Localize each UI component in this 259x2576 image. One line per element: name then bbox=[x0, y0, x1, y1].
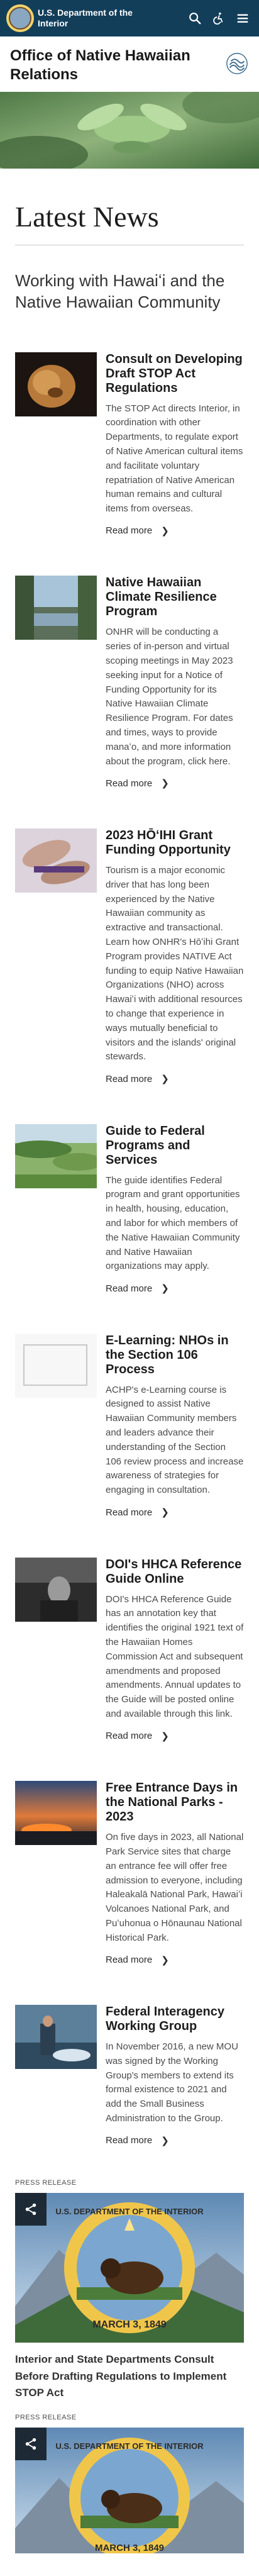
site-header: U.S. Department of the Interior bbox=[0, 0, 259, 36]
read-more-label: Read more bbox=[106, 1283, 153, 1294]
news-thumbnail[interactable] bbox=[15, 1124, 97, 1188]
press-release-card: PRESS RELEASE U.S. DEPARTMENT OF THE INT… bbox=[15, 2414, 244, 2554]
chevron-right-icon: ❯ bbox=[161, 1731, 169, 1742]
chevron-right-icon: ❯ bbox=[161, 1954, 169, 1966]
read-more-link[interactable]: Read more ❯ bbox=[106, 2135, 169, 2146]
press-release-label: PRESS RELEASE bbox=[15, 2414, 77, 2422]
office-title: Office of Native Hawaiian Relations bbox=[10, 47, 190, 83]
news-thumbnail[interactable] bbox=[15, 576, 97, 640]
share-icon bbox=[25, 2204, 36, 2216]
chevron-right-icon: ❯ bbox=[161, 1283, 169, 1295]
read-more-label: Read more bbox=[106, 2135, 153, 2146]
news-title[interactable]: E-Learning: NHOs in the Section 106 Proc… bbox=[106, 1334, 244, 1377]
doi-logo-link[interactable]: U.S. Department of the Interior bbox=[6, 4, 157, 32]
news-item: Consult on Developing Draft STOP Act Reg… bbox=[15, 352, 244, 537]
share-button[interactable] bbox=[15, 2428, 47, 2461]
read-more-label: Read more bbox=[106, 1731, 153, 1742]
office-header: Office of Native Hawaiian Relations bbox=[0, 36, 259, 92]
news-thumbnail[interactable] bbox=[15, 1557, 97, 1622]
news-thumbnail[interactable] bbox=[15, 828, 97, 893]
page-title: Latest News bbox=[15, 201, 159, 233]
news-item: E-Learning: NHOs in the Section 106 Proc… bbox=[15, 1333, 244, 1519]
read-more-link[interactable]: Read more ❯ bbox=[106, 1073, 169, 1085]
press-release-label: PRESS RELEASE bbox=[15, 2179, 77, 2187]
read-more-label: Read more bbox=[106, 525, 153, 537]
doi-seal-icon bbox=[6, 4, 34, 32]
press-release-image[interactable]: U.S. DEPARTMENT OF THE INTERIOR MARCH 3,… bbox=[15, 2428, 244, 2554]
news-description: ONHR will be conducting a series of in-p… bbox=[106, 627, 233, 767]
search-icon bbox=[189, 13, 201, 25]
news-title[interactable]: DOI's HHCA Reference Guide Online bbox=[106, 1558, 244, 1586]
site-brand: U.S. Department of the Interior bbox=[38, 8, 157, 29]
read-more-link[interactable]: Read more ❯ bbox=[106, 1507, 169, 1519]
read-more-label: Read more bbox=[106, 1073, 153, 1084]
read-more-label: Read more bbox=[106, 778, 153, 789]
hero-banner-image bbox=[0, 92, 259, 169]
search-button[interactable] bbox=[185, 8, 205, 28]
chevron-right-icon: ❯ bbox=[161, 2135, 169, 2146]
brand-line-1: U.S. Department of the bbox=[38, 8, 133, 18]
news-description: In November 2016, a new MOU was signed b… bbox=[106, 2041, 238, 2124]
news-description: On five days in 2023, all National Park … bbox=[106, 1832, 244, 1943]
news-item: DOI's HHCA Reference Guide Online DOI's … bbox=[15, 1557, 244, 1742]
news-item: Native Hawaiian Climate Resilience Progr… bbox=[15, 576, 244, 789]
read-more-link[interactable]: Read more ❯ bbox=[106, 1731, 169, 1742]
read-more-label: Read more bbox=[106, 1507, 153, 1518]
news-item: Free Entrance Days in the National Parks… bbox=[15, 1781, 244, 1966]
seal-top-text: U.S. DEPARTMENT OF THE INTERIOR bbox=[55, 2207, 204, 2216]
news-title[interactable]: 2023 HŌʻIHI Grant Funding Opportunity bbox=[106, 828, 244, 857]
read-more-link[interactable]: Read more ❯ bbox=[106, 1283, 169, 1295]
news-description: The STOP Act directs Interior, in coordi… bbox=[106, 403, 243, 515]
chevron-right-icon: ❯ bbox=[161, 778, 169, 789]
menu-icon bbox=[237, 14, 248, 23]
news-title[interactable]: Guide to Federal Programs and Services bbox=[106, 1124, 244, 1168]
news-thumbnail[interactable] bbox=[15, 2005, 97, 2070]
news-item: Guide to Federal Programs and Services T… bbox=[15, 1124, 244, 1295]
accessibility-icon bbox=[213, 12, 223, 25]
press-release-card: PRESS RELEASE U.S. DEPARTMENT OF THE INT… bbox=[15, 2179, 244, 2401]
seal-bottom-text: MARCH 3, 1849 bbox=[95, 2543, 164, 2553]
news-description: Tourism is a major economic driver that … bbox=[106, 864, 244, 1062]
main-content: Latest News Working with Hawaiʻi and the… bbox=[0, 169, 259, 2554]
seal-top-text: U.S. DEPARTMENT OF THE INTERIOR bbox=[55, 2441, 204, 2451]
brand-line-2: Interior bbox=[38, 18, 69, 28]
read-more-link[interactable]: Read more ❯ bbox=[106, 525, 169, 537]
news-title[interactable]: Federal Interagency Working Group bbox=[106, 2005, 244, 2034]
news-thumbnail[interactable] bbox=[15, 1333, 97, 1398]
news-title[interactable]: Free Entrance Days in the National Parks… bbox=[106, 1781, 244, 1824]
chevron-right-icon: ❯ bbox=[161, 525, 169, 537]
press-release-image[interactable]: U.S. DEPARTMENT OF THE INTERIOR MARCH 3,… bbox=[15, 2193, 244, 2343]
news-description: DOI's HHCA Reference Guide has an annota… bbox=[106, 1593, 244, 1719]
seal-bottom-text: MARCH 3, 1849 bbox=[92, 2319, 166, 2330]
news-title[interactable]: Native Hawaiian Climate Resilience Progr… bbox=[106, 576, 244, 619]
menu-button[interactable] bbox=[233, 8, 253, 28]
read-more-link[interactable]: Read more ❯ bbox=[106, 1954, 169, 1966]
section-title: Working with Hawaiʻi and the Native Hawa… bbox=[15, 271, 225, 311]
news-thumbnail[interactable] bbox=[15, 1781, 97, 1846]
chevron-right-icon: ❯ bbox=[161, 1074, 169, 1085]
accessibility-button[interactable] bbox=[209, 8, 229, 28]
news-description: ACHP's e-Learning course is designed to … bbox=[106, 1384, 244, 1496]
read-more-link[interactable]: Read more ❯ bbox=[106, 778, 169, 789]
news-thumbnail[interactable] bbox=[15, 352, 97, 416]
read-more-label: Read more bbox=[106, 1954, 153, 1966]
news-title[interactable]: Consult on Developing Draft STOP Act Reg… bbox=[106, 352, 244, 396]
press-release-title[interactable]: Interior and State Departments Consult B… bbox=[15, 2351, 244, 2401]
news-item: Federal Interagency Working Group In Nov… bbox=[15, 2005, 244, 2146]
share-button[interactable] bbox=[15, 2193, 47, 2226]
share-icon bbox=[25, 2438, 36, 2450]
news-item: 2023 HŌʻIHI Grant Funding Opportunity To… bbox=[15, 828, 244, 1085]
chevron-right-icon: ❯ bbox=[161, 1507, 169, 1519]
wave-logo-icon bbox=[226, 53, 248, 74]
news-description: The guide identifies Federal program and… bbox=[106, 1174, 240, 1272]
